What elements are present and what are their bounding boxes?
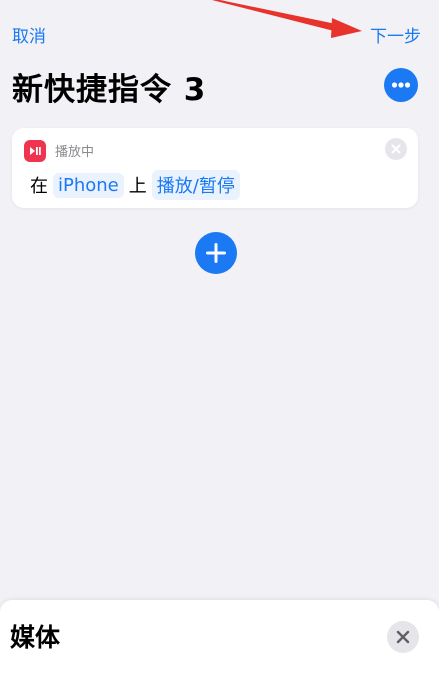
sheet-title: 媒体	[10, 623, 61, 652]
device-parameter-token[interactable]: iPhone	[53, 172, 124, 198]
cancel-button[interactable]: 取消	[12, 22, 46, 47]
action-sentence: 在 iPhone 上 播放/暂停	[30, 170, 245, 200]
add-action-button[interactable]	[195, 232, 237, 274]
more-options-button[interactable]	[384, 68, 418, 102]
page-title: 新快捷指令 3	[12, 72, 207, 108]
ellipsis-icon	[391, 82, 411, 88]
sentence-word-zai: 在	[30, 176, 48, 197]
remove-action-button[interactable]	[385, 138, 407, 160]
next-button[interactable]: 下一步	[370, 22, 421, 47]
play-pause-icon	[24, 140, 46, 162]
play-pause-action-card[interactable]: 播放中 在 iPhone 上 播放/暂停	[12, 128, 418, 208]
nav-bar: 取消 下一步	[0, 0, 439, 64]
plus-icon	[206, 243, 226, 263]
action-parameter-token[interactable]: 播放/暂停	[151, 170, 240, 200]
close-icon	[391, 144, 401, 154]
close-icon	[396, 630, 410, 644]
sheet-close-button[interactable]	[387, 621, 419, 653]
action-library-sheet[interactable]: 媒体	[0, 600, 439, 680]
action-app-label: 播放中	[55, 145, 95, 160]
sentence-word-shang: 上	[128, 176, 147, 197]
